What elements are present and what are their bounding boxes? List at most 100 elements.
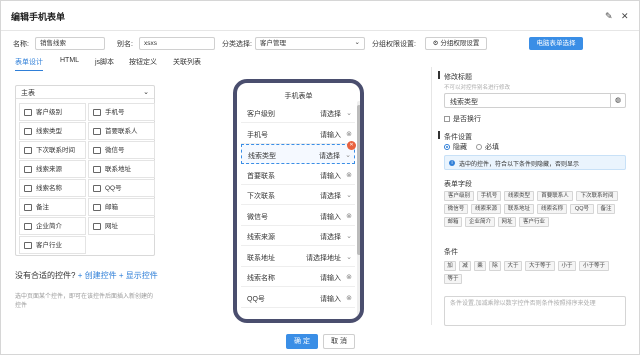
control-label: 邮箱 xyxy=(105,204,118,211)
tab-html[interactable]: HTML xyxy=(60,57,79,64)
field-chip[interactable]: 网址 xyxy=(498,217,516,227)
control-item[interactable]: QQ号 xyxy=(88,179,155,197)
clear-icon[interactable]: ⊗ xyxy=(346,171,352,179)
operator-chip[interactable]: 小于 xyxy=(558,261,576,271)
chevron-down-icon: ⌄ xyxy=(354,39,360,46)
control-item[interactable]: 客户级别 xyxy=(19,103,86,121)
field-chip[interactable]: 手机号 xyxy=(477,191,501,201)
field-chip[interactable]: 客户级别 xyxy=(444,191,474,201)
control-label: 线索名称 xyxy=(36,185,62,192)
tab-js-script[interactable]: js脚本 xyxy=(95,57,114,67)
control-item[interactable]: 线索名称 xyxy=(19,179,86,197)
fields-label: 表单字段 xyxy=(444,181,472,188)
preview-field-row[interactable]: 联系地址 请选择地址 ⌄ xyxy=(241,247,355,267)
preview-field-row[interactable]: 线索类型 请选择 ⌄ ✕ xyxy=(241,141,356,164)
control-item[interactable]: 企业简介 xyxy=(19,217,86,235)
field-chip[interactable]: 企业简介 xyxy=(465,217,495,227)
field-chip[interactable]: 备注 xyxy=(597,204,615,214)
name-label: 名称: xyxy=(13,41,29,48)
create-control-link[interactable]: + 创建控件 xyxy=(78,271,117,280)
field-chip[interactable]: 线索名称 xyxy=(537,204,567,214)
control-item[interactable]: 备注 xyxy=(19,198,86,216)
control-label: QQ号 xyxy=(105,185,122,192)
preview-field-row[interactable]: 线索名称 请输入 ⊗ xyxy=(241,267,355,287)
control-label: 企业简介 xyxy=(36,223,62,230)
title-input[interactable]: 线索类型 ◍ xyxy=(444,93,626,108)
operator-chip[interactable]: 大于 xyxy=(504,261,522,271)
control-item[interactable]: 首要联系人 xyxy=(88,122,155,140)
delete-badge-icon[interactable]: ✕ xyxy=(347,141,356,150)
control-item[interactable]: 下次联系时间 xyxy=(19,141,86,159)
control-item[interactable]: 客户行业 xyxy=(19,236,86,254)
pin-icon[interactable]: ✎ xyxy=(605,11,613,22)
preview-field-row[interactable]: QQ号 请输入 ⊗ xyxy=(241,288,355,308)
field-value: 请输入 xyxy=(320,275,341,282)
perm-button-label: 分组权限设置 xyxy=(440,40,480,47)
name-input[interactable]: 销售线索 xyxy=(35,37,105,50)
ok-button[interactable]: 确 定 xyxy=(286,334,318,349)
control-item[interactable]: 线索类型 xyxy=(19,122,86,140)
control-label: 微信号 xyxy=(105,147,125,154)
field-chip[interactable]: 邮箱 xyxy=(444,217,462,227)
operator-chip[interactable]: 除 xyxy=(489,261,501,271)
tab-form-design[interactable]: 表单设计 xyxy=(15,57,43,71)
category-select[interactable]: 客户管理 ⌄ xyxy=(255,37,365,50)
preview-scroll-thumb[interactable] xyxy=(357,105,360,255)
globe-icon[interactable]: ◍ xyxy=(610,94,625,107)
control-icon xyxy=(24,223,32,230)
field-chip[interactable]: 线索来源 xyxy=(471,204,501,214)
field-chip[interactable]: 首要联系人 xyxy=(537,191,573,201)
palette-header[interactable]: 主表 ⌄ xyxy=(16,86,154,99)
field-chip[interactable]: 客户行业 xyxy=(519,217,549,227)
alias-label: 别名: xyxy=(117,41,133,48)
alias-input[interactable]: xsxs xyxy=(139,37,215,50)
preview-field-row[interactable]: 下次联系 请选择 ⌄ xyxy=(241,185,355,205)
preview-field-row[interactable]: 微信号 请输入 ⊗ xyxy=(241,206,355,226)
clear-icon[interactable]: ⊗ xyxy=(346,212,352,220)
tab-related-list[interactable]: 关联列表 xyxy=(173,57,201,67)
newline-checkbox[interactable]: 是否换行 xyxy=(444,114,481,124)
control-item[interactable]: 微信号 xyxy=(88,141,155,159)
clear-icon[interactable]: ⊗ xyxy=(346,294,352,302)
preview-field-row[interactable]: 手机号 请输入 ⊗ xyxy=(241,124,355,144)
clear-icon[interactable]: ⊗ xyxy=(346,273,352,281)
operator-chip[interactable]: 大于等于 xyxy=(525,261,555,271)
clear-icon[interactable]: ⊗ xyxy=(346,130,352,138)
control-label: 备注 xyxy=(36,204,49,211)
pc-form-select-button[interactable]: 电脑表单选择 xyxy=(529,37,583,50)
radio-icon xyxy=(444,144,450,151)
control-item[interactable]: 线索来源 xyxy=(19,160,86,178)
operator-chip[interactable]: 乘 xyxy=(474,261,486,271)
field-value: 请选择 xyxy=(319,153,340,160)
operator-chip[interactable]: 等于 xyxy=(444,274,462,284)
preview-scrollbar[interactable] xyxy=(357,101,360,319)
cancel-button[interactable]: 取 消 xyxy=(323,334,355,349)
radio-required[interactable]: 必填 xyxy=(476,142,499,152)
field-chip[interactable]: 线索类型 xyxy=(504,191,534,201)
condition-textarea[interactable]: 条件设置,加减乘除以数字控件否则条件按照排序来处理 xyxy=(444,296,626,326)
control-icon xyxy=(24,166,32,173)
control-item[interactable]: 邮箱 xyxy=(88,198,155,216)
operator-chip[interactable]: 减 xyxy=(459,261,471,271)
control-item[interactable]: 手机号 xyxy=(88,103,155,121)
control-icon xyxy=(93,223,101,230)
checkbox-icon xyxy=(444,116,450,123)
field-chip[interactable]: 下次联系时间 xyxy=(576,191,618,201)
field-chip[interactable]: 联系地址 xyxy=(504,204,534,214)
preview-field-row[interactable]: 客户级别 请选择 ⌄ xyxy=(241,103,355,123)
operator-chip[interactable]: 加 xyxy=(444,261,456,271)
perm-settings-button[interactable]: ⚙ 分组权限设置 xyxy=(425,37,487,50)
control-item[interactable]: 联系地址 xyxy=(88,160,155,178)
preview-field-row[interactable]: 线索来源 请选择 ⌄ xyxy=(241,226,355,246)
control-item[interactable]: 网址 xyxy=(88,217,155,235)
tab-button-def[interactable]: 按钮定义 xyxy=(129,57,157,67)
operator-chip[interactable]: 小于等于 xyxy=(579,261,609,271)
show-control-link[interactable]: + 显示控件 xyxy=(119,271,158,280)
insert-hint: 选中页面某个控件，即可在该控件后面插入新创建的控件 xyxy=(15,294,154,309)
close-icon[interactable]: ✕ xyxy=(621,11,629,22)
radio-hide[interactable]: 隐藏 xyxy=(444,142,467,152)
field-chip[interactable]: 微信号 xyxy=(444,204,468,214)
field-chip[interactable]: QQ号 xyxy=(570,204,594,214)
preview-field-row[interactable]: 首要联系 请输入 ⊗ xyxy=(241,165,355,185)
control-label: 联系地址 xyxy=(105,166,131,173)
